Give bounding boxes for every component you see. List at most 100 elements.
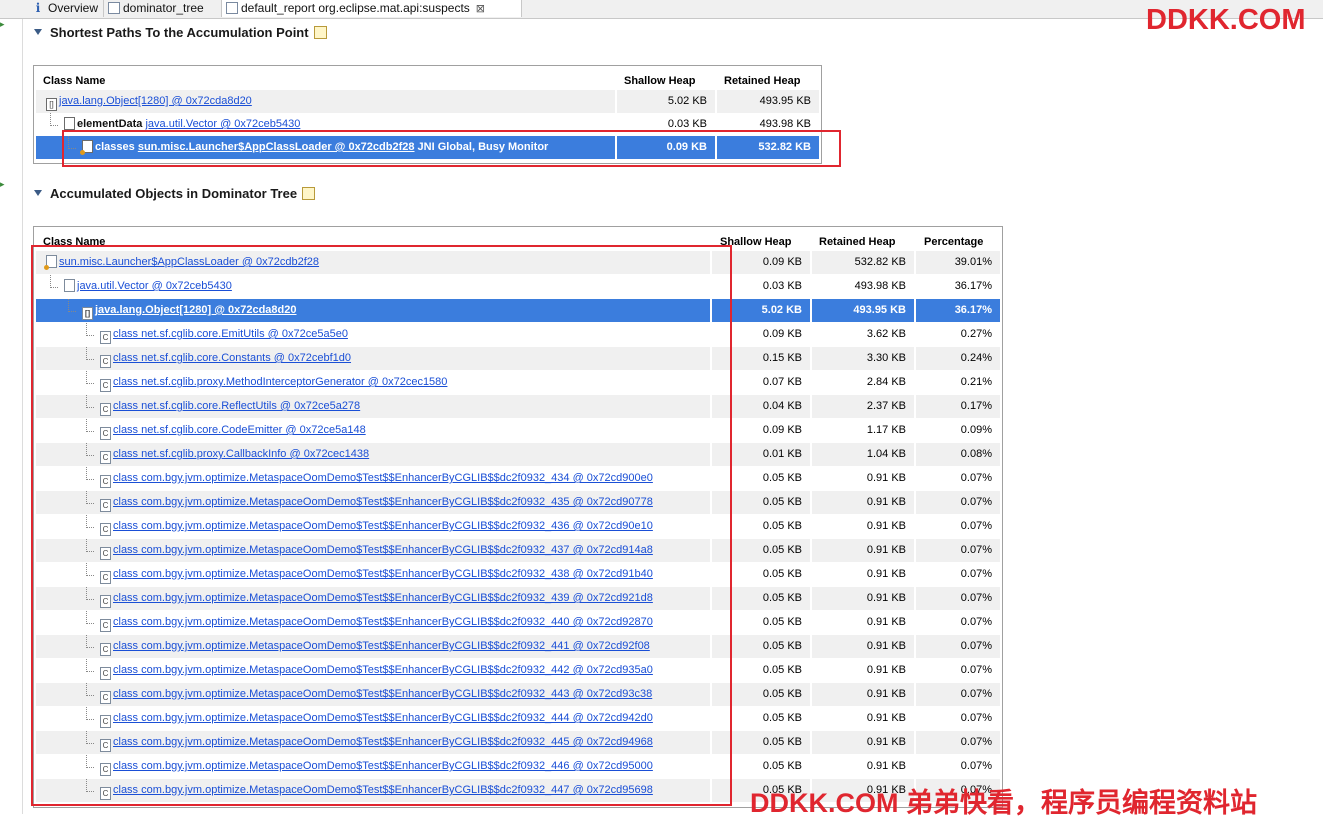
tree-guide <box>86 491 94 504</box>
retained-heap-value: 0.91 KB <box>812 731 916 754</box>
shallow-heap-value: 0.05 KB <box>712 755 812 778</box>
object-link[interactable]: java.lang.Object[1280] @ 0x72cda8d20 <box>95 304 297 316</box>
class-icon: C <box>100 715 111 728</box>
class-icon: C <box>100 547 111 560</box>
object-link[interactable]: class com.bgy.jvm.optimize.MetaspaceOomD… <box>113 496 653 508</box>
percentage-value: 0.27% <box>960 328 992 340</box>
table-row-selected[interactable]: [] java.lang.Object[1280] @ 0x72cda8d20 5.… <box>36 299 1000 322</box>
column-header-shallow-heap[interactable]: Shallow Heap <box>720 236 792 248</box>
retained-heap-value: 0.91 KB <box>812 659 916 682</box>
table-row[interactable]: Cclass com.bgy.jvm.optimize.MetaspaceOom… <box>36 611 1000 634</box>
shallow-heap-value: 0.05 KB <box>712 587 812 610</box>
object-link[interactable]: class net.sf.cglib.core.CodeEmitter @ 0x… <box>113 424 366 436</box>
object-link[interactable]: class net.sf.cglib.proxy.CallbackInfo @ … <box>113 448 369 460</box>
retained-heap-value: 532.82 KB <box>812 251 916 274</box>
table-row[interactable]: Cclass com.bgy.jvm.optimize.MetaspaceOom… <box>36 563 1000 586</box>
object-link[interactable]: class com.bgy.jvm.optimize.MetaspaceOomD… <box>113 736 653 748</box>
table-row[interactable]: Cclass com.bgy.jvm.optimize.MetaspaceOom… <box>36 635 1000 658</box>
object-link[interactable]: java.util.Vector @ 0x72ceb5430 <box>145 118 300 130</box>
table-row[interactable]: Cclass net.sf.cglib.proxy.MethodIntercep… <box>36 371 1000 394</box>
section-shortest-paths-header[interactable]: Shortest Paths To the Accumulation Point <box>34 25 327 40</box>
table-row[interactable]: [] java.lang.Object[1280] @ 0x72cda8d20 5… <box>36 90 819 113</box>
object-link[interactable]: class com.bgy.jvm.optimize.MetaspaceOomD… <box>113 472 653 484</box>
class-icon: C <box>100 475 111 488</box>
retained-heap-value: 1.04 KB <box>812 443 916 466</box>
retained-heap-value: 0.91 KB <box>812 683 916 706</box>
class-icon: C <box>100 379 111 392</box>
table-row[interactable]: Cclass net.sf.cglib.core.Constants @ 0x7… <box>36 347 1000 370</box>
table-row[interactable]: Cclass net.sf.cglib.core.ReflectUtils @ … <box>36 395 1000 418</box>
table-row[interactable]: Cclass net.sf.cglib.core.CodeEmitter @ 0… <box>36 419 1000 442</box>
class-icon: C <box>100 667 111 680</box>
table-row[interactable]: Cclass com.bgy.jvm.optimize.MetaspaceOom… <box>36 755 1000 778</box>
class-icon: C <box>100 331 111 344</box>
tab-dominator-tree[interactable]: dominator_tree <box>104 0 222 17</box>
table-row[interactable]: Cclass com.bgy.jvm.optimize.MetaspaceOom… <box>36 515 1000 538</box>
section-shortest-paths-title: Shortest Paths To the Accumulation Point <box>50 25 309 40</box>
section-accumulated-objects-header[interactable]: Accumulated Objects in Dominator Tree <box>34 186 316 201</box>
tree-guide <box>86 323 94 336</box>
class-icon: C <box>100 787 111 800</box>
table-row[interactable]: Cclass net.sf.cglib.proxy.CallbackInfo @… <box>36 443 1000 466</box>
column-header-class-name[interactable]: Class Name <box>43 236 105 248</box>
object-link[interactable]: class com.bgy.jvm.optimize.MetaspaceOomD… <box>113 760 653 772</box>
shallow-heap-value: 0.05 KB <box>712 467 812 490</box>
percentage-value: 0.07% <box>960 712 992 724</box>
object-link[interactable]: class net.sf.cglib.proxy.MethodIntercept… <box>113 376 447 388</box>
query-icon[interactable] <box>302 187 316 200</box>
object-link[interactable]: class com.bgy.jvm.optimize.MetaspaceOomD… <box>113 640 650 652</box>
expand-triangle-icon[interactable] <box>34 190 42 196</box>
object-link[interactable]: class net.sf.cglib.core.EmitUtils @ 0x72… <box>113 328 348 340</box>
column-header-retained-heap[interactable]: Retained Heap <box>819 236 895 248</box>
table-row[interactable]: Cclass com.bgy.jvm.optimize.MetaspaceOom… <box>36 731 1000 754</box>
object-link[interactable]: class net.sf.cglib.core.ReflectUtils @ 0… <box>113 400 360 412</box>
object-link[interactable]: sun.misc.Launcher$AppClassLoader @ 0x72c… <box>138 141 415 153</box>
shallow-heap-value: 0.05 KB <box>712 707 812 730</box>
percentage-value: 0.07% <box>916 731 1000 754</box>
close-icon[interactable]: ⊠ <box>476 3 485 15</box>
column-header-shallow-heap[interactable]: Shallow Heap <box>624 75 696 87</box>
table-row[interactable]: Cclass com.bgy.jvm.optimize.MetaspaceOom… <box>36 491 1000 514</box>
object-link[interactable]: java.lang.Object[1280] @ 0x72cda8d20 <box>59 95 252 107</box>
table-row[interactable]: Cclass com.bgy.jvm.optimize.MetaspaceOom… <box>36 659 1000 682</box>
table-row[interactable]: Cclass com.bgy.jvm.optimize.MetaspaceOom… <box>36 587 1000 610</box>
object-link[interactable]: class com.bgy.jvm.optimize.MetaspaceOomD… <box>113 592 653 604</box>
percentage-value: 0.17% <box>916 395 1000 418</box>
table-row[interactable]: elementData java.util.Vector @ 0x72ceb54… <box>36 113 819 136</box>
object-link[interactable]: sun.misc.Launcher$AppClassLoader @ 0x72c… <box>59 256 319 268</box>
shallow-heap-value: 0.05 KB <box>712 515 812 538</box>
expand-triangle-icon[interactable] <box>34 29 42 35</box>
tab-default-report[interactable]: default_report org.eclipse.mat.api:suspe… <box>222 0 522 17</box>
tab-overview[interactable]: i Overview <box>28 0 104 17</box>
tree-guide <box>86 539 94 552</box>
table-row[interactable]: Cclass net.sf.cglib.core.EmitUtils @ 0x7… <box>36 323 1000 346</box>
object-link[interactable]: class com.bgy.jvm.optimize.MetaspaceOomD… <box>113 568 653 580</box>
object-link[interactable]: class net.sf.cglib.core.Constants @ 0x72… <box>113 352 351 364</box>
object-link[interactable]: class com.bgy.jvm.optimize.MetaspaceOomD… <box>113 520 653 532</box>
tree-guide <box>68 299 76 312</box>
collapse-marker-icon: ▸ <box>0 19 5 29</box>
column-header-class-name[interactable]: Class Name <box>43 75 105 87</box>
table-row-selected[interactable]: classes sun.misc.Launcher$AppClassLoader… <box>36 136 819 159</box>
object-link[interactable]: java.util.Vector @ 0x72ceb5430 <box>77 280 232 292</box>
column-header-percentage[interactable]: Percentage <box>924 236 983 248</box>
shallow-heap-value: 0.04 KB <box>712 395 812 418</box>
query-icon[interactable] <box>313 26 327 39</box>
table-row[interactable]: Cclass com.bgy.jvm.optimize.MetaspaceOom… <box>36 539 1000 562</box>
table-row[interactable]: Cclass com.bgy.jvm.optimize.MetaspaceOom… <box>36 683 1000 706</box>
object-link[interactable]: class com.bgy.jvm.optimize.MetaspaceOomD… <box>113 616 653 628</box>
column-header-retained-heap[interactable]: Retained Heap <box>724 75 800 87</box>
object-link[interactable]: class com.bgy.jvm.optimize.MetaspaceOomD… <box>113 712 653 724</box>
class-icon: C <box>100 499 111 512</box>
object-link[interactable]: class com.bgy.jvm.optimize.MetaspaceOomD… <box>113 544 653 556</box>
table-row[interactable]: java.util.Vector @ 0x72ceb5430 0.03 KB 493… <box>36 275 1000 298</box>
object-link[interactable]: class com.bgy.jvm.optimize.MetaspaceOomD… <box>113 688 652 700</box>
table-row[interactable]: sun.misc.Launcher$AppClassLoader @ 0x72c… <box>36 251 1000 274</box>
object-link[interactable]: class com.bgy.jvm.optimize.MetaspaceOomD… <box>113 664 653 676</box>
table-row[interactable]: Cclass com.bgy.jvm.optimize.MetaspaceOom… <box>36 467 1000 490</box>
retained-heap-value: 0.91 KB <box>812 635 916 658</box>
table-row[interactable]: Cclass com.bgy.jvm.optimize.MetaspaceOom… <box>36 707 1000 730</box>
object-link[interactable]: class com.bgy.jvm.optimize.MetaspaceOomD… <box>113 784 653 796</box>
percentage-value: 0.07% <box>960 616 992 628</box>
classloader-icon <box>80 140 93 155</box>
